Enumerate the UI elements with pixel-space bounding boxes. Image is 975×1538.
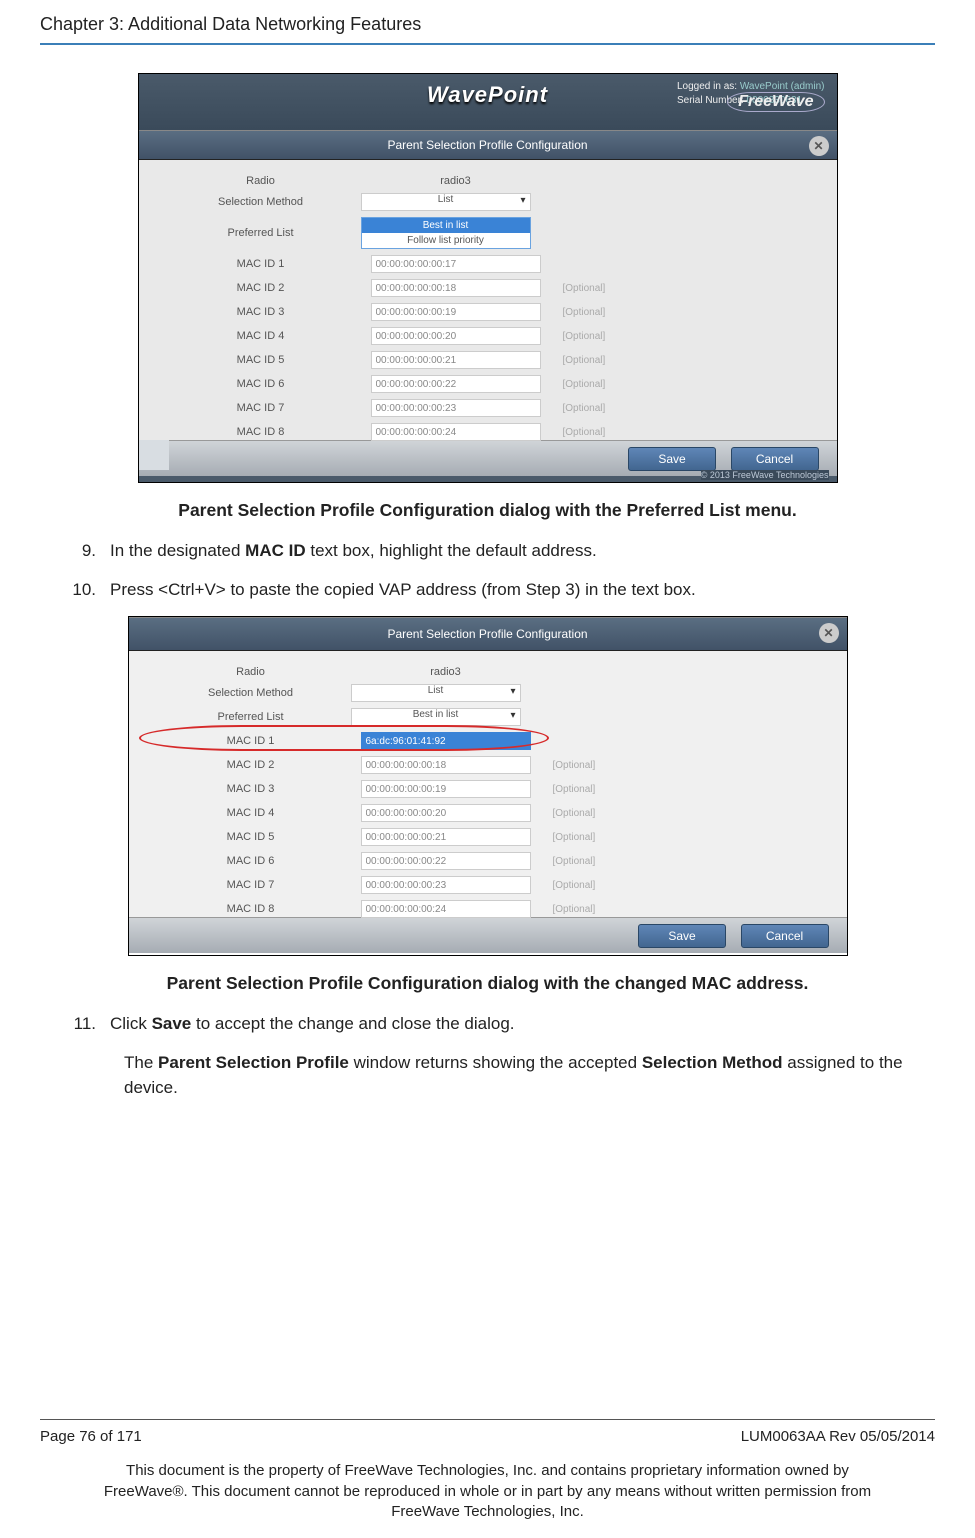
mac-id-label: MAC ID 7 bbox=[151, 879, 351, 891]
close-icon[interactable]: ✕ bbox=[819, 623, 839, 643]
mac-id-label: MAC ID 6 bbox=[151, 855, 351, 867]
freewave-logo: FreeWave bbox=[727, 92, 824, 112]
mac-id-3-input[interactable] bbox=[361, 780, 531, 798]
step-11-text: Click Save to accept the change and clos… bbox=[110, 1012, 935, 1037]
optional-hint: [Optional] bbox=[563, 283, 606, 294]
step-11-subtext: The Parent Selection Profile window retu… bbox=[124, 1051, 935, 1100]
logged-in-value: WavePoint (admin) bbox=[740, 81, 825, 92]
radio-label: Radio bbox=[151, 666, 351, 678]
screenshot-1: WavePoint Logged in as: WavePoint (admin… bbox=[138, 73, 838, 483]
step-number: 10. bbox=[40, 578, 110, 603]
dialog-header: Parent Selection Profile Configuration ✕ bbox=[139, 130, 837, 160]
step-9-text: In the designated MAC ID text box, highl… bbox=[110, 539, 935, 564]
radio-value: radio3 bbox=[361, 175, 551, 187]
mac-id-7-input[interactable] bbox=[371, 399, 541, 417]
chapter-title: Chapter 3: Additional Data Networking Fe… bbox=[40, 14, 935, 35]
mac-id-label: MAC ID 2 bbox=[151, 759, 351, 771]
optional-hint: [Optional] bbox=[553, 904, 596, 915]
mac-id-label: MAC ID 7 bbox=[161, 402, 361, 414]
step-number: 11. bbox=[40, 1012, 110, 1037]
mac-id-label: MAC ID 8 bbox=[161, 426, 361, 438]
selection-method-label: Selection Method bbox=[161, 196, 361, 208]
wavepoint-logo: WavePoint bbox=[427, 82, 548, 107]
figure-caption-2: Parent Selection Profile Configuration d… bbox=[40, 973, 935, 994]
mac-id-label: MAC ID 4 bbox=[161, 330, 361, 342]
mac-id-5-input[interactable] bbox=[361, 828, 531, 846]
mac-id-8-input[interactable] bbox=[361, 900, 531, 918]
dialog-title: Parent Selection Profile Configuration bbox=[387, 627, 587, 641]
optional-hint: [Optional] bbox=[553, 832, 596, 843]
footer-divider bbox=[40, 1419, 935, 1420]
optional-hint: [Optional] bbox=[553, 808, 596, 819]
mac-id-4-input[interactable] bbox=[361, 804, 531, 822]
mac-id-label: MAC ID 8 bbox=[151, 903, 351, 915]
preferred-list-label: Preferred List bbox=[161, 227, 361, 239]
page-number: Page 76 of 171 bbox=[40, 1428, 142, 1445]
save-button[interactable]: Save bbox=[638, 924, 726, 948]
optional-hint: [Optional] bbox=[563, 355, 606, 366]
selection-method-select[interactable]: List bbox=[351, 684, 521, 702]
selection-method-select[interactable]: List bbox=[361, 193, 531, 211]
mac-id-1-input[interactable] bbox=[371, 255, 541, 273]
optional-hint: [Optional] bbox=[553, 784, 596, 795]
preferred-list-option[interactable]: Follow list priority bbox=[362, 233, 530, 248]
optional-hint: [Optional] bbox=[563, 331, 606, 342]
mac-id-label: MAC ID 1 bbox=[161, 258, 361, 270]
optional-hint: [Optional] bbox=[553, 856, 596, 867]
close-icon[interactable]: ✕ bbox=[809, 136, 829, 156]
preferred-list-select-open[interactable]: Best in list Follow list priority bbox=[361, 217, 531, 249]
optional-hint: [Optional] bbox=[563, 403, 606, 414]
step-10-text: Press <Ctrl+V> to paste the copied VAP a… bbox=[110, 578, 935, 603]
radio-value: radio3 bbox=[351, 666, 541, 678]
figure-caption-1: Parent Selection Profile Configuration d… bbox=[40, 500, 935, 521]
mac-id-5-input[interactable] bbox=[371, 351, 541, 369]
mac-id-4-input[interactable] bbox=[371, 327, 541, 345]
logged-in-label: Logged in as: bbox=[677, 81, 737, 92]
copyright-text: © 2013 FreeWave Technologies bbox=[701, 470, 829, 480]
mac-id-label: MAC ID 5 bbox=[151, 831, 351, 843]
optional-hint: [Optional] bbox=[553, 760, 596, 771]
mac-id-label: MAC ID 2 bbox=[161, 282, 361, 294]
dialog-title: Parent Selection Profile Configuration bbox=[387, 138, 587, 152]
document-id: LUM0063AA Rev 05/05/2014 bbox=[741, 1428, 935, 1445]
disclaimer-text: This document is the property of FreeWav… bbox=[40, 1461, 935, 1522]
dialog-header: Parent Selection Profile Configuration ✕ bbox=[129, 617, 847, 651]
optional-hint: [Optional] bbox=[563, 307, 606, 318]
mac-id-label: MAC ID 3 bbox=[151, 783, 351, 795]
mac-id-6-input[interactable] bbox=[371, 375, 541, 393]
mac-id-label: MAC ID 3 bbox=[161, 306, 361, 318]
optional-hint: [Optional] bbox=[563, 427, 606, 438]
step-number: 9. bbox=[40, 539, 110, 564]
preferred-list-option[interactable]: Best in list bbox=[362, 218, 530, 233]
radio-label: Radio bbox=[161, 175, 361, 187]
screenshot-2: Parent Selection Profile Configuration ✕… bbox=[128, 616, 848, 956]
mac-id-1-input[interactable] bbox=[361, 732, 531, 750]
mac-id-label: MAC ID 5 bbox=[161, 354, 361, 366]
mac-id-label: MAC ID 1 bbox=[151, 735, 351, 747]
preferred-list-select[interactable]: Best in list bbox=[351, 708, 521, 726]
mac-id-3-input[interactable] bbox=[371, 303, 541, 321]
optional-hint: [Optional] bbox=[553, 880, 596, 891]
selection-method-label: Selection Method bbox=[151, 687, 351, 699]
preferred-list-label: Preferred List bbox=[151, 711, 351, 723]
mac-id-8-input[interactable] bbox=[371, 423, 541, 441]
header-divider bbox=[40, 43, 935, 45]
mac-id-2-input[interactable] bbox=[361, 756, 531, 774]
cancel-button[interactable]: Cancel bbox=[741, 924, 829, 948]
mac-id-7-input[interactable] bbox=[361, 876, 531, 894]
optional-hint: [Optional] bbox=[563, 379, 606, 390]
mac-id-label: MAC ID 4 bbox=[151, 807, 351, 819]
cancel-button[interactable]: Cancel bbox=[731, 447, 819, 471]
save-button[interactable]: Save bbox=[628, 447, 716, 471]
mac-id-6-input[interactable] bbox=[361, 852, 531, 870]
mac-id-2-input[interactable] bbox=[371, 279, 541, 297]
mac-id-label: MAC ID 6 bbox=[161, 378, 361, 390]
